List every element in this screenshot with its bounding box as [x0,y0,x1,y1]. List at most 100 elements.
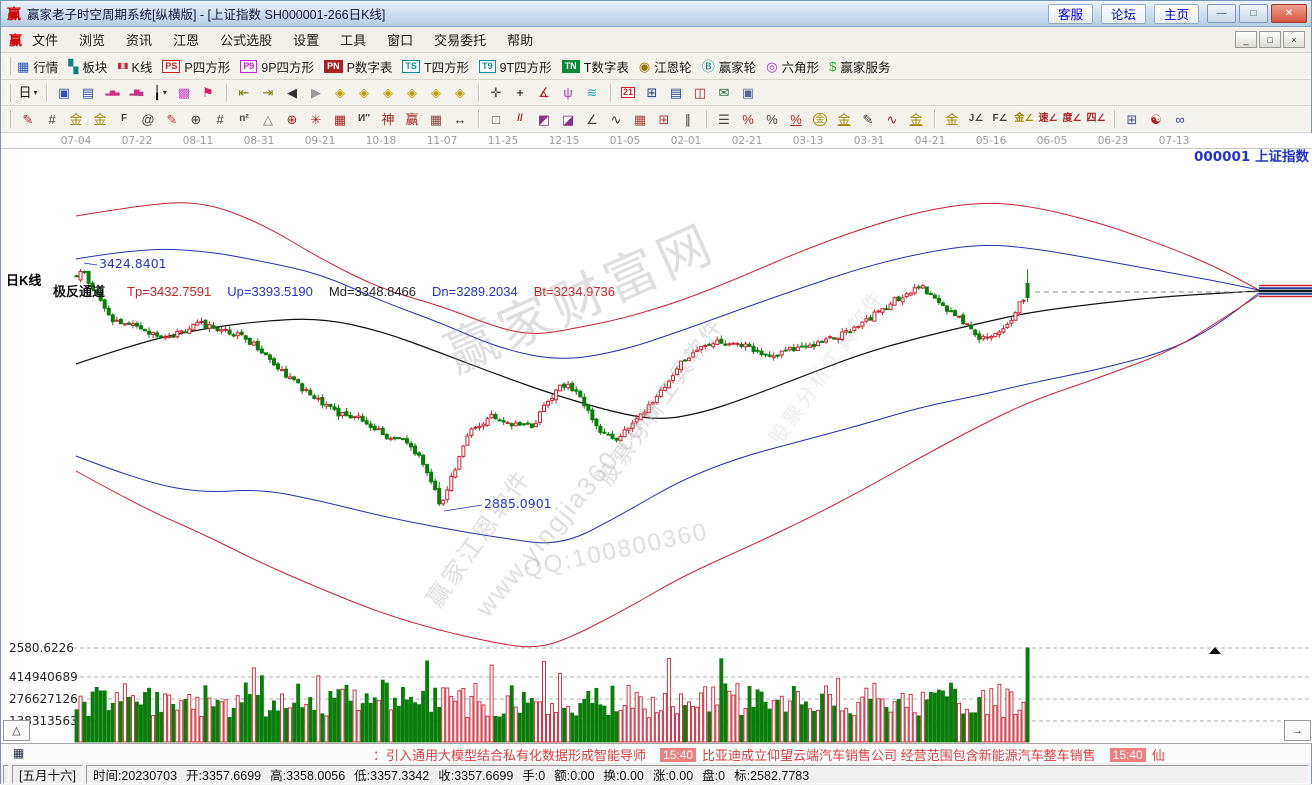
ruler-123-button[interactable]: ▦ [425,109,447,129]
diamond-compress-v-button[interactable]: ◈ [425,83,447,103]
wave-mark-button[interactable]: И″ [353,109,375,129]
toolbar-9t-square-button[interactable]: T99T四方形 [479,57,552,76]
candle-style-button[interactable]: ╽▾ [149,83,171,103]
percent-line-button[interactable]: % [785,109,807,129]
toolbar-t-digit-table-button[interactable]: TNT数字表 [562,57,629,76]
minimize-button[interactable]: — [1207,4,1236,23]
gann-shapes-button[interactable]: ▣ [53,83,75,103]
gold-ruler-2-button[interactable]: 金 [89,109,111,129]
menu-item-公式选股[interactable]: 公式选股 [220,30,272,49]
news-ticker[interactable]: ▦ ：引入通用大模型结合私有化数据形成智能导师15:40比亚迪成立仰望云端汽车销… [1,743,1311,762]
toolbar-winner-wheel-button[interactable]: Ⓑ赢家轮 [702,57,757,76]
kline-chart[interactable]: 07-0407-2208-1108-3109-2110-1811-0711-25… [1,133,1312,743]
diamond-compress-h-button[interactable]: ◈ [401,83,423,103]
calendar-button[interactable]: 21 [617,83,639,103]
diamond-expand-h-button[interactable]: ◈ [377,83,399,103]
child-minimize-button[interactable]: _ [1235,31,1257,48]
toolbar-kline-button[interactable]: ▮▯▮K线 [117,57,152,76]
pink-grid-button[interactable]: ▩ [173,83,195,103]
parallel-button[interactable]: ∥ [677,109,699,129]
toolbar-9p-square-button[interactable]: P99P四方形 [240,57,314,76]
measure-button[interactable]: ∡ [533,83,555,103]
width-measure-button[interactable]: ↔ [449,109,471,129]
gold-lines-2-button[interactable]: 金 [905,109,927,129]
web-grid-button[interactable]: ▦ [329,109,351,129]
calculator-button[interactable]: ⊞ [641,83,663,103]
box-select-button[interactable]: □ [485,109,507,129]
diamond-expand-all-button[interactable]: ◈ [449,83,471,103]
wave-a-button[interactable]: ∿ [881,109,903,129]
menu-item-窗口[interactable]: 窗口 [387,30,413,49]
toolbar-p-digit-table-button[interactable]: PNP数字表 [324,57,392,76]
toolbar-winner-service-button[interactable]: $赢家服务 [829,57,890,76]
f-angle-button[interactable]: F∠ [989,109,1011,129]
menu-item-浏览[interactable]: 浏览 [79,30,105,49]
chart-scroll-up-button[interactable]: △ [3,720,30,741]
gold-lines-button[interactable]: 金 [833,109,855,129]
starburst-button[interactable]: ✳ [305,109,327,129]
toolbar-p-square-button[interactable]: PSP四方形 [162,57,230,76]
menu-item-资讯[interactable]: 资讯 [126,30,152,49]
chart-scroll-right-button[interactable]: → [1284,720,1311,741]
gold-angle-base-button[interactable]: 金 [941,109,963,129]
report-button[interactable]: ▤ [665,83,687,103]
pen-ruler-button[interactable]: ✎ [161,109,183,129]
quick-button-论坛[interactable]: 论坛 [1101,4,1146,24]
child-restore-button[interactable]: □ [1259,31,1281,48]
scale-bars-button[interactable]: ☰ [713,109,735,129]
quick-button-主页[interactable]: 主页 [1154,4,1199,24]
remote-button[interactable]: ▣ [737,83,759,103]
angle-lines-button[interactable]: ∠ [581,109,603,129]
info-panel-button[interactable]: ▤ [77,83,99,103]
ying-grid-button[interactable]: 赢 [401,109,423,129]
menu-item-交易委托[interactable]: 交易委托 [434,30,486,49]
percent-button[interactable]: % [761,109,783,129]
toolbar-quotes-button[interactable]: ▦行情 [17,57,58,76]
shen-grid-button[interactable]: 神 [377,109,399,129]
cycle-circle-button[interactable]: ⊕ [185,109,207,129]
menu-item-文件[interactable]: 文件 [32,30,58,49]
fib-ruler-button[interactable]: F [113,109,135,129]
grid-gold-button[interactable]: ⊞ [1121,109,1143,129]
save-button[interactable]: ◫ [689,83,711,103]
flag-button[interactable]: ⚑ [197,83,219,103]
fork-tool-button[interactable]: ψ [557,83,579,103]
close-button[interactable]: ✕ [1271,4,1307,23]
grid-b-button[interactable]: ⊞ [653,109,675,129]
grid-a-button[interactable]: ▦ [629,109,651,129]
degree-angle-button[interactable]: 度∠ [1061,109,1083,129]
infinity-button[interactable]: ∞ [1169,109,1191,129]
menu-item-帮助[interactable]: 帮助 [507,30,533,49]
target-button[interactable]: ⊕ [281,109,303,129]
menu-item-江恩[interactable]: 江恩 [173,30,199,49]
quick-button-客服[interactable]: 客服 [1048,4,1093,24]
toolbar-hexagon-button[interactable]: ◎六角形 [766,57,819,76]
speed-angle-button[interactable]: 速∠ [1037,109,1059,129]
mail-button[interactable]: ✉ [713,83,735,103]
last-bar-button[interactable]: ⇥ [257,83,279,103]
time-ruler-button[interactable]: # [41,109,63,129]
prev-bar-button[interactable]: ◀ [281,83,303,103]
child-close-button[interactable]: × [1283,31,1305,48]
mirror-button[interactable]: △ [257,109,279,129]
chart-area[interactable]: 日K线 极反通道Tp=3432.7591Up=3393.5190Md=3348.… [1,133,1312,743]
menu-item-设置[interactable]: 设置 [293,30,319,49]
menu-item-工具[interactable]: 工具 [340,30,366,49]
taiji-button[interactable]: ☯ [1145,109,1167,129]
diamond-shift-left-button[interactable]: ◈ [329,83,351,103]
gann-fan-button[interactable]: // [509,109,531,129]
percent-slash-button[interactable]: % [737,109,759,129]
price-pen-button[interactable]: ✎ [857,109,879,129]
next-bar-button[interactable]: ▶ [305,83,327,103]
crosshair-button[interactable]: + [509,83,531,103]
zigzag-button[interactable]: ∿ [605,109,627,129]
period-daily-button[interactable]: 日▾ [17,83,39,103]
j-angle-button[interactable]: J∠ [965,109,987,129]
spiral-button[interactable]: @ [137,109,159,129]
pan-hand-button[interactable]: ✛ [485,83,507,103]
toolbar-gann-wheel-button[interactable]: ◉江恩轮 [639,57,692,76]
four-angle-button[interactable]: 四∠ [1085,109,1107,129]
toolbar-t-square-button[interactable]: TST四方形 [402,57,469,76]
restore-button[interactable]: □ [1239,4,1268,23]
shade-box-1-button[interactable]: ◩ [533,109,555,129]
